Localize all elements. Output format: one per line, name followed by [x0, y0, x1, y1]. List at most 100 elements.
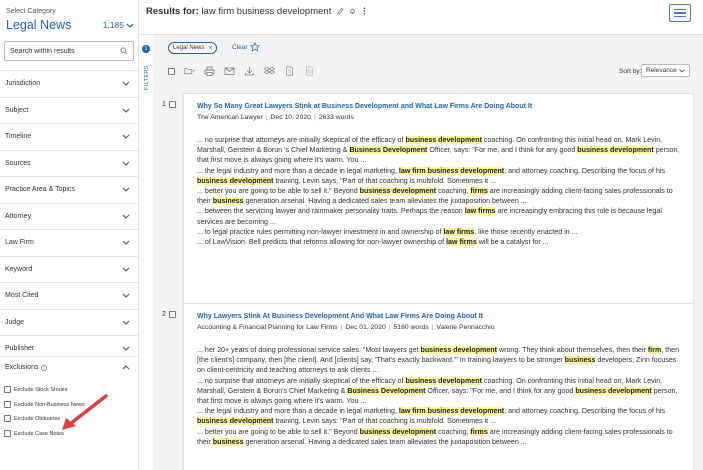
highlight-term: law firms [443, 227, 475, 236]
more-icon[interactable] [361, 7, 368, 15]
highlight-term: law firm business development [398, 407, 505, 416]
facet-subject[interactable]: Subject [0, 96, 138, 123]
chevron-down-icon [122, 214, 130, 219]
snippet-text: training, Levin says: "Part of that coac… [273, 417, 497, 426]
search-icon[interactable] [120, 47, 128, 55]
info-icon[interactable]: i [41, 364, 48, 371]
chevron-up-icon [122, 365, 130, 370]
chevron-down-icon [122, 108, 130, 113]
snippet-line: ... of LawVision. Bell predicts that ref… [197, 237, 681, 247]
dropbox-icon[interactable] [264, 66, 275, 76]
result-number: 1 [162, 101, 176, 108]
snippet-line: ... better you are going to be able to s… [197, 186, 681, 206]
snippet-text: ... the legal industry and more than a d… [197, 407, 399, 416]
result-meta: The American Lawyer | Dec 10, 2020 | 2633 … [197, 114, 354, 121]
snippet-text: Officer, says: "For me, and I think for … [427, 146, 578, 155]
star-icon[interactable] [250, 42, 260, 52]
results-header: Results for: law firm business developme… [146, 4, 699, 33]
facet-attorney[interactable]: Attorney [0, 202, 138, 229]
print-icon[interactable] [204, 66, 215, 76]
exclusion-label: Exclude Obituaries [14, 415, 61, 422]
sort-select[interactable]: Relevance [641, 64, 690, 77]
category-count[interactable]: 1,185 [103, 20, 134, 30]
snippet-line: ... no surprise that attorneys are initi… [197, 376, 681, 407]
facet-keyword[interactable]: Keyword [0, 255, 138, 282]
category-selector[interactable]: Legal News 1,185 [6, 18, 134, 32]
download-icon[interactable] [244, 66, 255, 76]
facet-sources[interactable]: Sources [0, 149, 138, 176]
facet-judge[interactable]: Judge [0, 308, 138, 335]
facet-timeline[interactable]: Timeline [0, 123, 138, 149]
results-area: Legal News × Clear Sort by: Relevance 1 … [153, 35, 703, 470]
result-date: Dec 01, 2020 [345, 324, 386, 331]
snippet-text: coaching, [436, 427, 471, 436]
facet-label: Law Firm [5, 239, 34, 246]
edit-icon[interactable] [337, 7, 344, 15]
list-view-icon[interactable] [669, 4, 691, 22]
search-within-input[interactable] [5, 42, 115, 60]
snippet-text: ... no surprise that attorneys are initi… [197, 376, 406, 385]
highlight-term: law firm business development [398, 166, 505, 175]
snippet-text: will be a catalyst for ... [476, 238, 549, 247]
facet-law-firm[interactable]: Law Firm [0, 229, 138, 255]
result-card: Why Lawyers Stink At Business Developmen… [183, 303, 694, 470]
bell-icon[interactable] [349, 7, 356, 15]
facet-label: Publisher [5, 345, 35, 352]
folder-icon[interactable] [184, 66, 195, 76]
filters-count-badge: 1 [142, 45, 150, 53]
email-icon[interactable] [224, 66, 235, 76]
snippet-line: ... to legal practice rules permitting n… [197, 227, 681, 237]
clear-filters-link[interactable]: Clear [232, 44, 248, 51]
snippet-text: Officer, says: "For me, and I think for … [425, 386, 576, 395]
exclusion-checkbox[interactable] [4, 430, 11, 437]
result-meta: Accounting & Financial Planning for Law … [197, 324, 495, 331]
snippet-text: ... of LawVision. Bell predicts that ref… [197, 238, 447, 247]
category-count-value: 1,185 [102, 20, 124, 30]
snippet-text: training, Levin says, "Part of that coac… [273, 176, 497, 185]
exclusion-checkbox[interactable] [4, 415, 11, 422]
filter-chip[interactable]: Legal News × [168, 42, 218, 54]
document-alt-icon[interactable] [304, 66, 315, 76]
result-number: 2 [162, 311, 176, 318]
filters-tab[interactable]: 1 ⫶ FILTERS [139, 40, 153, 100]
result-checkbox[interactable] [168, 311, 176, 318]
exclusion-label: Exclude Case Notes [14, 430, 64, 437]
snippet-line: ... her 20+ years of doing professional … [197, 345, 681, 376]
filters-label: ⫶ FILTERS [144, 65, 151, 94]
snippet-text: , and attorney coaching. Describing the … [504, 407, 666, 416]
exclusion-checkbox[interactable] [4, 386, 11, 393]
exclusions-header[interactable]: Exclusions i [0, 356, 138, 378]
result-checkbox[interactable] [168, 101, 176, 108]
snippet-line: ... the legal industry and more than a d… [197, 166, 681, 186]
select-all-checkbox[interactable] [168, 67, 175, 75]
result-number-value: 2 [162, 311, 166, 318]
result-title[interactable]: Why Lawyers Stink At Business Developmen… [197, 312, 681, 322]
chevron-down-icon [122, 187, 130, 192]
exclusion-checkbox[interactable] [4, 401, 11, 408]
exclusion-option[interactable]: Exclude Obituaries [4, 415, 60, 422]
document-icon[interactable] [284, 66, 295, 76]
exclusion-option[interactable]: Exclude Stock Stories [4, 386, 68, 393]
facet-most-cited[interactable]: Most Cited [0, 282, 138, 308]
result-title[interactable]: Why So Many Great Lawyers Stink at Busin… [197, 102, 681, 112]
result-snippets: ... her 20+ years of doing professional … [197, 345, 681, 447]
result-source: The American Lawyer [197, 114, 263, 121]
facet-practice-area-topics[interactable]: Practice Area & Topics [0, 176, 138, 202]
results-for-label: Results for: [146, 6, 199, 17]
filters-label-text: FILTERS [143, 65, 150, 91]
facet-jurisdiction[interactable]: Jurisdiction [0, 70, 138, 96]
snippet-line: ... no surprise that attorneys are initi… [197, 135, 681, 166]
select-category-label: Select Category [6, 8, 56, 15]
snippet-text: ... the legal industry and more than a d… [197, 166, 399, 175]
result-number-value: 1 [162, 101, 166, 108]
arrow-annotation [62, 394, 108, 430]
exclusion-option[interactable]: Exclude Case Notes [4, 430, 64, 437]
highlight-term: firm [647, 346, 662, 354]
category-value[interactable]: Legal News [6, 18, 71, 32]
facet-label: Timeline [5, 133, 32, 140]
results-toolbar [168, 64, 315, 78]
close-icon[interactable]: × [208, 45, 212, 52]
result-author: Valerie Pennacchio [436, 324, 495, 331]
exclusion-label: Exclude Stock Stories [14, 386, 68, 393]
results-for: Results for: law firm business developme… [146, 6, 331, 17]
